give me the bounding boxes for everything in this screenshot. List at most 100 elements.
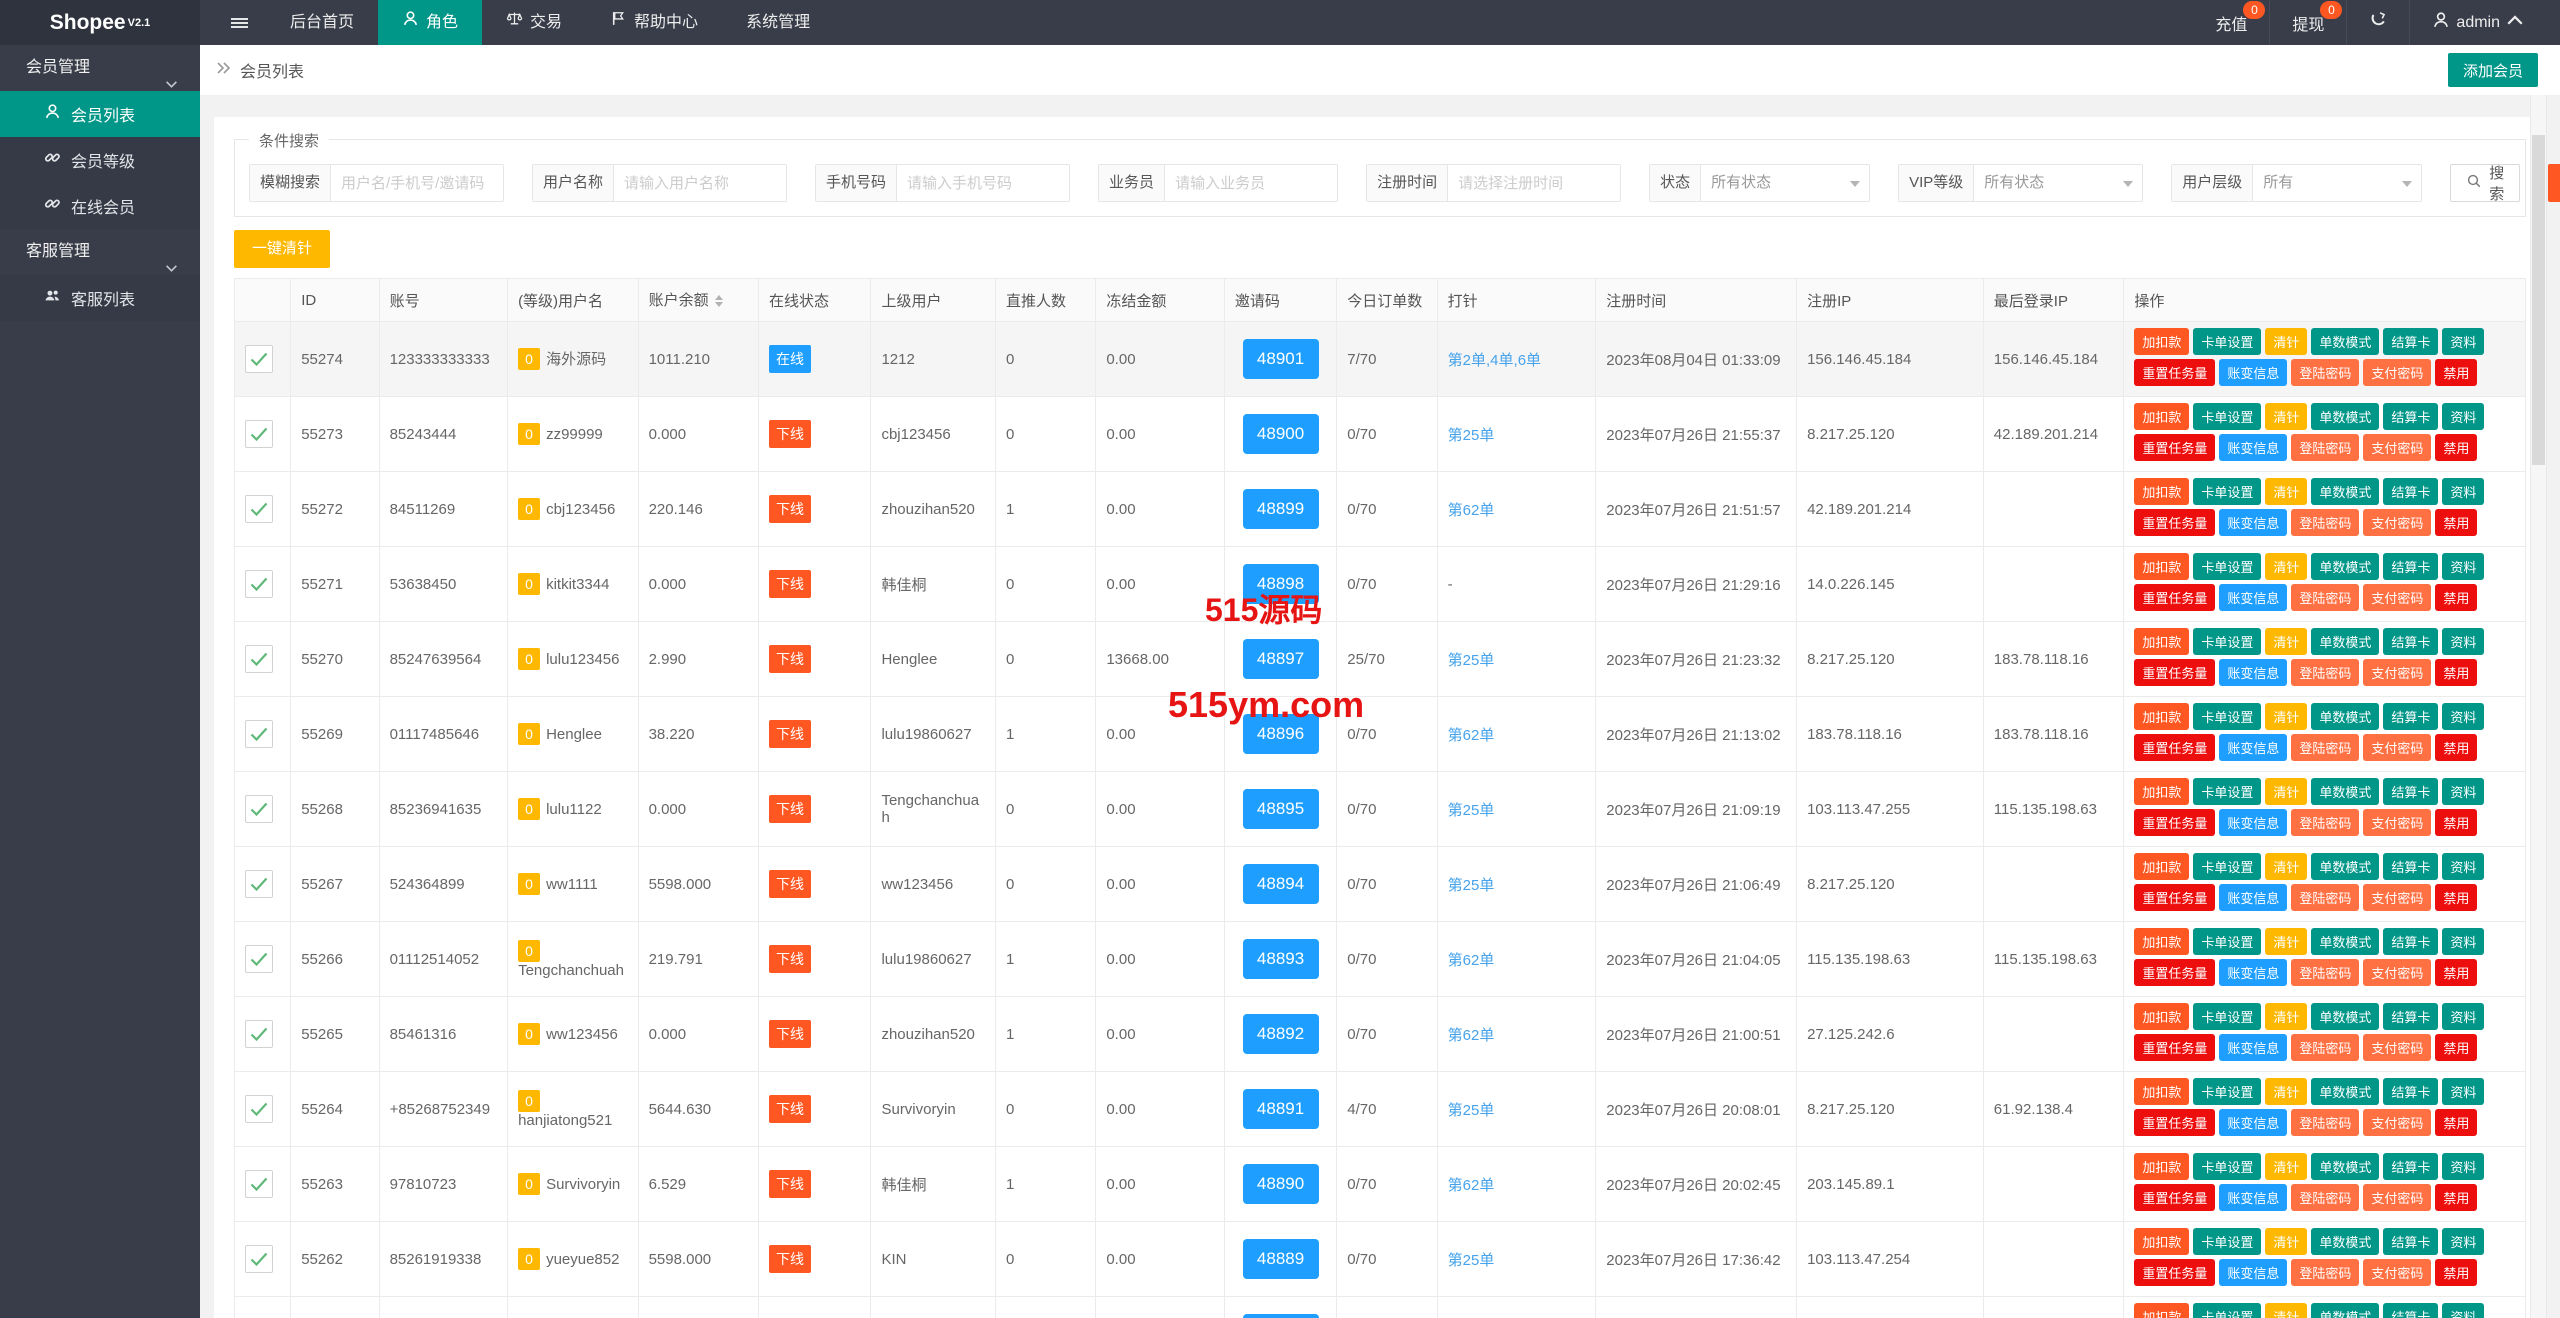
action-button[interactable]: 单数模式 (2311, 1078, 2380, 1106)
action-button[interactable]: 单数模式 (2311, 928, 2380, 956)
sidebar-item-member-level[interactable]: 会员等级 (0, 137, 200, 183)
username-input[interactable] (614, 165, 787, 201)
action-button[interactable]: 结算卡 (2383, 1153, 2439, 1181)
row-checkbox[interactable] (245, 945, 273, 974)
action-button[interactable]: 卡单设置 (2193, 1303, 2262, 1318)
action-button[interactable]: 禁用 (2435, 434, 2478, 462)
action-button[interactable]: 加扣款 (2134, 1153, 2190, 1181)
sidebar-item-member-list[interactable]: 会员列表 (0, 91, 200, 137)
invite-code-button[interactable]: 48893 (1242, 939, 1319, 980)
invite-code-button[interactable]: 48899 (1242, 489, 1319, 530)
action-button[interactable]: 清针 (2265, 328, 2308, 356)
action-button[interactable]: 清针 (2265, 553, 2308, 581)
action-button[interactable]: 清针 (2265, 1003, 2308, 1031)
status-select[interactable]: 所有状态 (1701, 165, 1869, 201)
needle-link[interactable]: 第25单 (1448, 1252, 1495, 1269)
action-button[interactable]: 资料 (2442, 628, 2485, 656)
row-checkbox[interactable] (245, 420, 273, 449)
action-button[interactable]: 登陆密码 (2291, 359, 2360, 387)
action-button[interactable]: 加扣款 (2134, 328, 2190, 356)
action-button[interactable]: 单数模式 (2311, 1153, 2380, 1181)
row-checkbox[interactable] (245, 345, 273, 374)
invite-code-button[interactable]: 48889 (1242, 1239, 1319, 1280)
action-button[interactable]: 结算卡 (2383, 1303, 2439, 1318)
nav-item-trade[interactable]: 交易 (482, 0, 586, 45)
action-button[interactable]: 结算卡 (2383, 1078, 2439, 1106)
scrollbar-thumb[interactable] (2532, 135, 2545, 465)
action-button[interactable]: 清针 (2265, 928, 2308, 956)
action-button[interactable]: 登陆密码 (2291, 659, 2360, 687)
row-checkbox[interactable] (245, 870, 273, 899)
action-button[interactable]: 账变信息 (2219, 1034, 2288, 1062)
action-button[interactable]: 登陆密码 (2291, 509, 2360, 537)
action-button[interactable]: 重置任务量 (2134, 509, 2216, 537)
action-button[interactable]: 支付密码 (2363, 734, 2432, 762)
invite-code-button[interactable]: 48895 (1242, 789, 1319, 830)
invite-code-button[interactable]: 48901 (1242, 339, 1319, 380)
row-checkbox[interactable] (245, 645, 273, 674)
action-button[interactable]: 单数模式 (2311, 778, 2380, 806)
action-button[interactable]: 清针 (2265, 1228, 2308, 1256)
action-button[interactable]: 账变信息 (2219, 509, 2288, 537)
action-button[interactable]: 账变信息 (2219, 659, 2288, 687)
action-button[interactable]: 登陆密码 (2291, 1109, 2360, 1137)
action-button[interactable]: 重置任务量 (2134, 584, 2216, 612)
action-button[interactable]: 重置任务量 (2134, 1034, 2216, 1062)
action-button[interactable]: 重置任务量 (2134, 659, 2216, 687)
action-button[interactable]: 结算卡 (2383, 778, 2439, 806)
needle-link[interactable]: 第62单 (1448, 502, 1495, 519)
action-button[interactable]: 账变信息 (2219, 1259, 2288, 1287)
action-button[interactable]: 资料 (2442, 1228, 2485, 1256)
action-button[interactable]: 禁用 (2435, 884, 2478, 912)
nav-item-home[interactable]: 后台首页 (266, 0, 378, 45)
row-checkbox[interactable] (245, 720, 273, 749)
action-button[interactable]: 重置任务量 (2134, 809, 2216, 837)
sort-icon[interactable] (714, 291, 723, 311)
action-button[interactable]: 账变信息 (2219, 734, 2288, 762)
nav-item-help[interactable]: 帮助中心 (586, 0, 722, 45)
action-button[interactable]: 单数模式 (2311, 1003, 2380, 1031)
action-button[interactable]: 结算卡 (2383, 553, 2439, 581)
action-button[interactable]: 加扣款 (2134, 553, 2190, 581)
action-button[interactable]: 账变信息 (2219, 1184, 2288, 1212)
action-button[interactable]: 禁用 (2435, 1034, 2478, 1062)
action-button[interactable]: 卡单设置 (2193, 778, 2262, 806)
action-button[interactable]: 清针 (2265, 1153, 2308, 1181)
needle-link[interactable]: 第25单 (1448, 802, 1495, 819)
action-button[interactable]: 登陆密码 (2291, 959, 2360, 987)
withdraw-button[interactable]: 提现 0 (2269, 0, 2346, 45)
row-checkbox[interactable] (245, 1170, 273, 1199)
needle-link[interactable]: 第25单 (1448, 1102, 1495, 1119)
action-button[interactable]: 清针 (2265, 703, 2308, 731)
action-button[interactable]: 支付密码 (2363, 884, 2432, 912)
action-button[interactable]: 资料 (2442, 778, 2485, 806)
action-button[interactable]: 重置任务量 (2134, 1109, 2216, 1137)
action-button[interactable]: 登陆密码 (2291, 584, 2360, 612)
sidebar-group-member-management[interactable]: 会员管理 (0, 45, 200, 91)
action-button[interactable]: 账变信息 (2219, 1109, 2288, 1137)
row-checkbox[interactable] (245, 570, 273, 599)
action-button[interactable]: 单数模式 (2311, 403, 2380, 431)
action-button[interactable]: 登陆密码 (2291, 1034, 2360, 1062)
action-button[interactable]: 卡单设置 (2193, 853, 2262, 881)
action-button[interactable]: 结算卡 (2383, 703, 2439, 731)
sidebar-item-service-list[interactable]: 客服列表 (0, 275, 200, 321)
action-button[interactable]: 单数模式 (2311, 628, 2380, 656)
invite-code-button[interactable]: 48890 (1242, 1164, 1319, 1205)
action-button[interactable]: 账变信息 (2219, 884, 2288, 912)
action-button[interactable]: 结算卡 (2383, 1003, 2439, 1031)
action-button[interactable]: 清针 (2265, 1078, 2308, 1106)
invite-code-button[interactable]: 48888 (1242, 1314, 1319, 1318)
action-button[interactable]: 清针 (2265, 478, 2308, 506)
action-button[interactable]: 账变信息 (2219, 584, 2288, 612)
action-button[interactable]: 卡单设置 (2193, 1228, 2262, 1256)
action-button[interactable]: 禁用 (2435, 1184, 2478, 1212)
action-button[interactable]: 结算卡 (2383, 1228, 2439, 1256)
invite-code-button[interactable]: 48900 (1242, 414, 1319, 455)
action-button[interactable]: 单数模式 (2311, 1228, 2380, 1256)
action-button[interactable]: 支付密码 (2363, 1184, 2432, 1212)
action-button[interactable]: 卡单设置 (2193, 628, 2262, 656)
row-checkbox[interactable] (245, 1245, 273, 1274)
invite-code-button[interactable]: 48891 (1242, 1089, 1319, 1130)
action-button[interactable]: 重置任务量 (2134, 359, 2216, 387)
